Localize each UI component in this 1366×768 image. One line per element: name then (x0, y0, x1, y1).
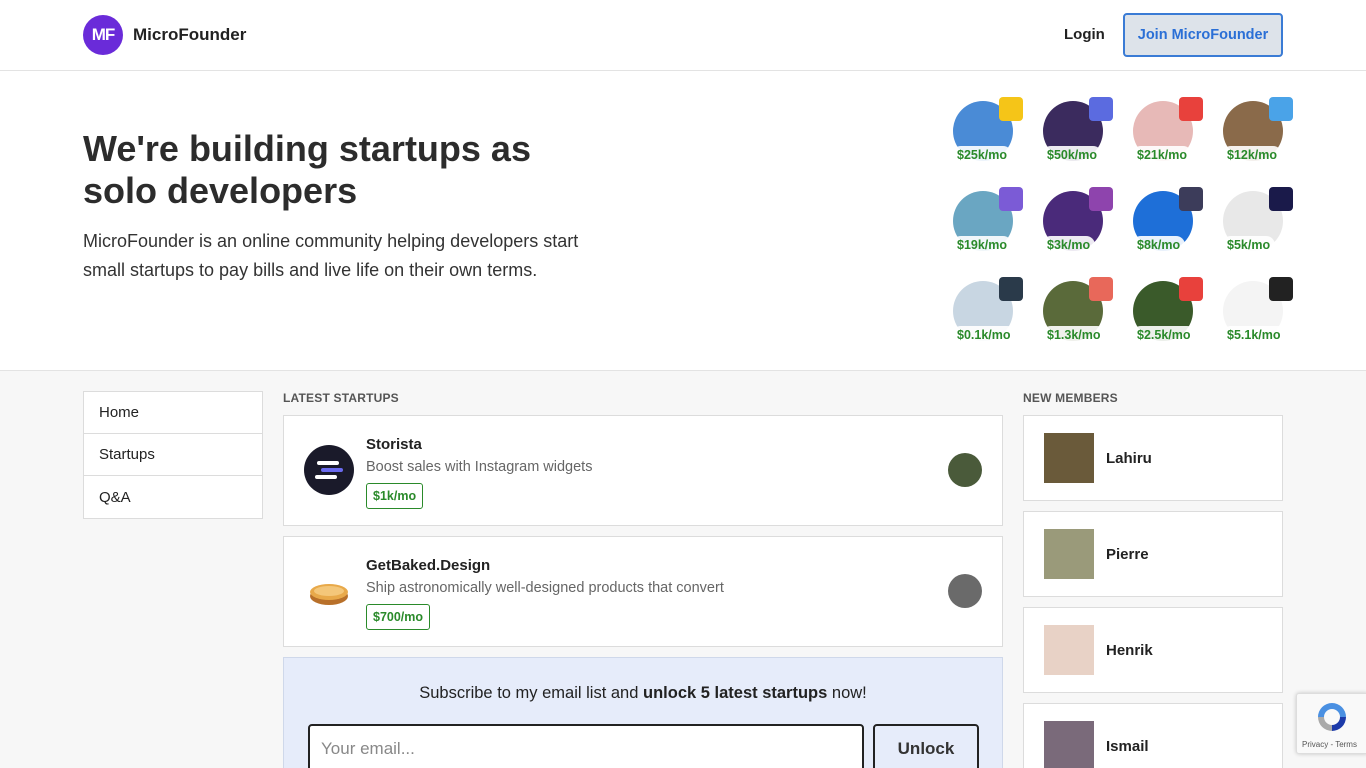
login-link[interactable]: Login (1064, 26, 1105, 43)
subscribe-box: Subscribe to my email list and unlock 5 … (283, 657, 1003, 768)
startup-tagline: Ship astronomically well-designed produc… (366, 580, 724, 596)
founder-mrr: $25k/mo (952, 146, 1013, 164)
founder-card[interactable]: $0.1k/mo (952, 277, 1023, 351)
startup-name[interactable]: Storista (366, 436, 422, 453)
founder-card[interactable]: $19k/mo (952, 187, 1023, 261)
pie-icon (304, 566, 354, 616)
hero-title: We're building startups as solo develope… (83, 128, 531, 211)
chat-bubble-icon (1089, 97, 1113, 121)
mail-icon (1179, 97, 1203, 121)
member-avatar (1044, 625, 1094, 675)
subscribe-message: Subscribe to my email list and unlock 5 … (284, 684, 1002, 703)
founder-mrr: $12k/mo (1222, 146, 1283, 164)
member-name: Lahiru (1106, 450, 1152, 467)
founder-card[interactable]: $50k/mo (1042, 97, 1113, 171)
recaptcha-badge[interactable]: Privacy - Terms (1296, 693, 1366, 754)
new-members-label: NEW MEMBERS (1023, 391, 1118, 405)
unlock-button[interactable]: Unlock (873, 724, 979, 768)
hero-subtitle: MicroFounder is an online community help… (83, 231, 579, 280)
maker-avatar[interactable] (948, 453, 982, 487)
startup-tagline: Boost sales with Instagram widgets (366, 459, 593, 475)
startup-name[interactable]: GetBaked.Design (366, 557, 490, 574)
founder-card[interactable]: $1.3k/mo (1042, 277, 1113, 351)
planet-icon (999, 187, 1023, 211)
wave-icon (1269, 187, 1293, 211)
member-card[interactable]: Henrik (1023, 607, 1283, 693)
startup-card[interactable]: GetBaked.Design Ship astronomically well… (283, 536, 1003, 647)
founder-mrr: $5k/mo (1222, 236, 1276, 254)
founder-card[interactable]: $25k/mo (952, 97, 1023, 171)
revenue-badge: $1k/mo (366, 483, 424, 509)
founder-card[interactable]: $5.1k/mo (1222, 277, 1293, 351)
hero-section: We're building startups as solo develope… (0, 71, 1366, 371)
pie-icon (1179, 277, 1203, 301)
founder-mrr: $2.5k/mo (1132, 326, 1196, 344)
f-icon (1269, 277, 1293, 301)
subscribe-text-end: now! (827, 684, 867, 702)
member-card[interactable]: Pierre (1023, 511, 1283, 597)
recaptcha-icon (1315, 700, 1349, 734)
member-avatar (1044, 433, 1094, 483)
member-avatar (1044, 529, 1094, 579)
founder-card[interactable]: $5k/mo (1222, 187, 1293, 261)
potion-icon (1089, 187, 1113, 211)
main-content: Home Startups Q&A LATEST STARTUPS Storis… (0, 371, 1366, 768)
instagram-icon (1089, 277, 1113, 301)
storista-logo-icon (304, 445, 354, 495)
bee-icon (999, 97, 1023, 121)
maker-avatar[interactable] (948, 574, 982, 608)
member-name: Pierre (1106, 546, 1149, 563)
founder-mrr: $21k/mo (1132, 146, 1193, 164)
latest-startups-label: LATEST STARTUPS (283, 391, 399, 405)
founder-mrr: $1.3k/mo (1042, 326, 1106, 344)
app-icon (1269, 97, 1293, 121)
subscribe-highlight: unlock 5 latest startups (643, 684, 828, 702)
member-card[interactable]: Ismail (1023, 703, 1283, 768)
brand-logo[interactable]: MF MicroFounder (83, 15, 246, 55)
join-button[interactable]: Join MicroFounder (1123, 13, 1283, 57)
member-avatar (1044, 721, 1094, 768)
member-name: Ismail (1106, 738, 1149, 755)
monster-icon (1179, 187, 1203, 211)
founder-mrr: $3k/mo (1042, 236, 1096, 254)
mouse-icon (999, 277, 1023, 301)
founder-card[interactable]: $3k/mo (1042, 187, 1113, 261)
recaptcha-links[interactable]: Privacy - Terms (1302, 740, 1357, 749)
founder-card[interactable]: $2.5k/mo (1132, 277, 1203, 351)
side-nav: Home Startups Q&A (83, 391, 263, 519)
email-input[interactable]: Your email... (308, 724, 864, 768)
top-navbar: MF MicroFounder Login Join MicroFounder (0, 0, 1366, 71)
nav-item-startups[interactable]: Startups (84, 434, 262, 476)
subscribe-text: Subscribe to my email list and (419, 684, 643, 702)
founder-card[interactable]: $12k/mo (1222, 97, 1293, 171)
founder-card[interactable]: $21k/mo (1132, 97, 1203, 171)
founder-mrr: $5.1k/mo (1222, 326, 1286, 344)
nav-item-qa[interactable]: Q&A (84, 476, 262, 518)
brand-name: MicroFounder (133, 25, 247, 44)
revenue-badge: $700/mo (366, 604, 431, 630)
founder-mrr: $8k/mo (1132, 236, 1186, 254)
logo-mark-icon: MF (83, 15, 123, 55)
startup-card[interactable]: Storista Boost sales with Instagram widg… (283, 415, 1003, 526)
founder-mrr: $50k/mo (1042, 146, 1103, 164)
member-card[interactable]: Lahiru (1023, 415, 1283, 501)
nav-item-home[interactable]: Home (84, 392, 262, 434)
founder-mrr: $0.1k/mo (952, 326, 1016, 344)
founder-mrr: $19k/mo (952, 236, 1013, 254)
founder-card[interactable]: $8k/mo (1132, 187, 1203, 261)
member-name: Henrik (1106, 642, 1153, 659)
